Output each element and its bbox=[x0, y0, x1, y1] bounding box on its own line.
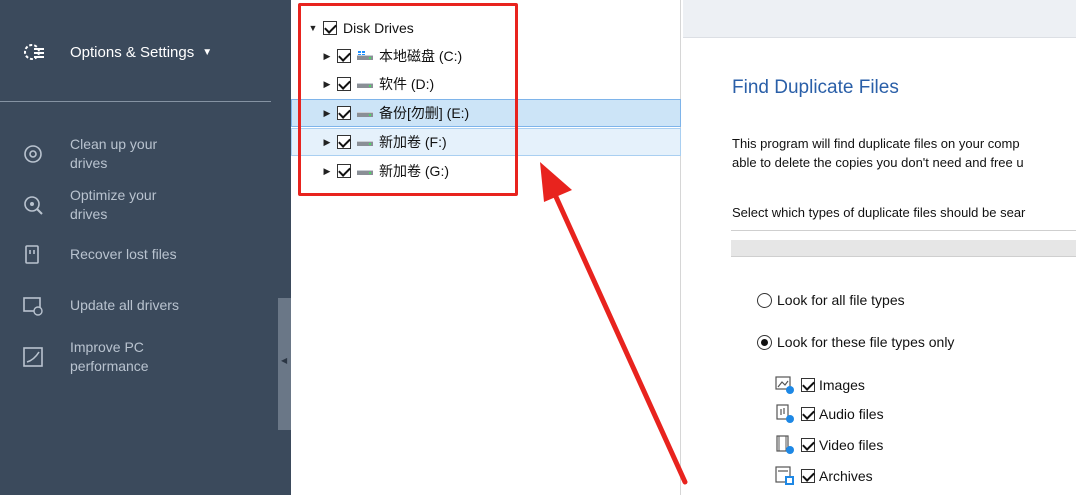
nav-update-all-drivers[interactable]: Update all drivers bbox=[0, 295, 271, 317]
recover-file-icon bbox=[25, 245, 39, 264]
radio-these-file-types[interactable]: Look for these file types only bbox=[757, 334, 954, 350]
file-type-archives[interactable]: Archives bbox=[775, 466, 873, 486]
nav-label-optimize: Optimize your drives bbox=[70, 187, 157, 222]
file-type-images[interactable]: Images bbox=[775, 375, 865, 395]
radio-all-file-types[interactable]: Look for all file types bbox=[757, 292, 905, 308]
file-type-archives-label: Archives bbox=[819, 468, 873, 484]
file-type-video-label: Video files bbox=[819, 437, 884, 453]
sidebar: Options & Settings ▼ Clean up your drive… bbox=[0, 0, 291, 495]
checkbox-archives[interactable] bbox=[801, 469, 815, 483]
section-divider bbox=[731, 230, 1076, 231]
nav-optimize-drives[interactable]: Optimize your drives bbox=[0, 185, 271, 225]
nav-improve-pc-performance[interactable]: Improve PC performance bbox=[0, 337, 271, 377]
file-type-audio[interactable]: Audio files bbox=[775, 404, 884, 424]
radio-button-selected[interactable] bbox=[757, 334, 772, 350]
radio-button-unselected[interactable] bbox=[757, 292, 772, 308]
performance-icon bbox=[23, 347, 43, 367]
description-line-1: This program will find duplicate files o… bbox=[732, 136, 1020, 151]
collapse-arrow-icon: ◀ bbox=[281, 356, 288, 365]
sidebar-divider bbox=[0, 101, 271, 102]
file-type-images-label: Images bbox=[819, 377, 865, 393]
radio-all-label: Look for all file types bbox=[777, 292, 905, 308]
nav-label-clean-up: Clean up your drives bbox=[70, 136, 158, 171]
nav-label-update: Update all drivers bbox=[70, 297, 179, 313]
archive-file-icon bbox=[775, 466, 794, 485]
select-file-types-text: Select which types of duplicate files sh… bbox=[732, 205, 1026, 220]
checkbox-audio[interactable] bbox=[801, 407, 815, 421]
description-text: This program will find duplicate files o… bbox=[732, 134, 1024, 172]
checkbox-images[interactable] bbox=[801, 378, 815, 392]
section-bar bbox=[731, 240, 1076, 257]
main-content-panel: Find Duplicate Files This program will f… bbox=[683, 0, 1076, 495]
nav-label-improve: Improve PC performance bbox=[70, 339, 149, 374]
file-type-video[interactable]: Video files bbox=[775, 435, 883, 455]
disc-icon bbox=[24, 145, 42, 163]
annotation-arrow bbox=[540, 162, 688, 485]
file-type-audio-label: Audio files bbox=[819, 406, 884, 422]
nav-label-recover: Recover lost files bbox=[70, 246, 177, 262]
radio-these-label: Look for these file types only bbox=[777, 334, 955, 350]
checkbox-video[interactable] bbox=[801, 438, 815, 452]
chevron-down-icon: ▼ bbox=[202, 46, 213, 58]
nav-recover-lost-files[interactable]: Recover lost files bbox=[0, 244, 271, 266]
description-line-2: able to delete the copies you don't need… bbox=[732, 155, 1024, 170]
optimize-icon bbox=[24, 196, 43, 215]
page-title: Find Duplicate Files bbox=[732, 77, 899, 98]
panel-splitter-handle[interactable]: ◀ bbox=[278, 298, 291, 430]
content-header-bar bbox=[683, 0, 1076, 38]
audio-file-icon bbox=[776, 404, 794, 423]
options-settings-label: Options & Settings bbox=[70, 43, 195, 61]
options-settings-menu[interactable]: Options & Settings ▼ bbox=[22, 38, 212, 66]
annotation-highlight-box bbox=[298, 3, 518, 196]
settings-gear-icon bbox=[24, 44, 44, 60]
image-file-icon bbox=[775, 376, 794, 394]
nav-clean-up-drives[interactable]: Clean up your drives bbox=[0, 134, 271, 174]
video-file-icon bbox=[776, 435, 794, 454]
update-drivers-icon bbox=[23, 297, 43, 316]
